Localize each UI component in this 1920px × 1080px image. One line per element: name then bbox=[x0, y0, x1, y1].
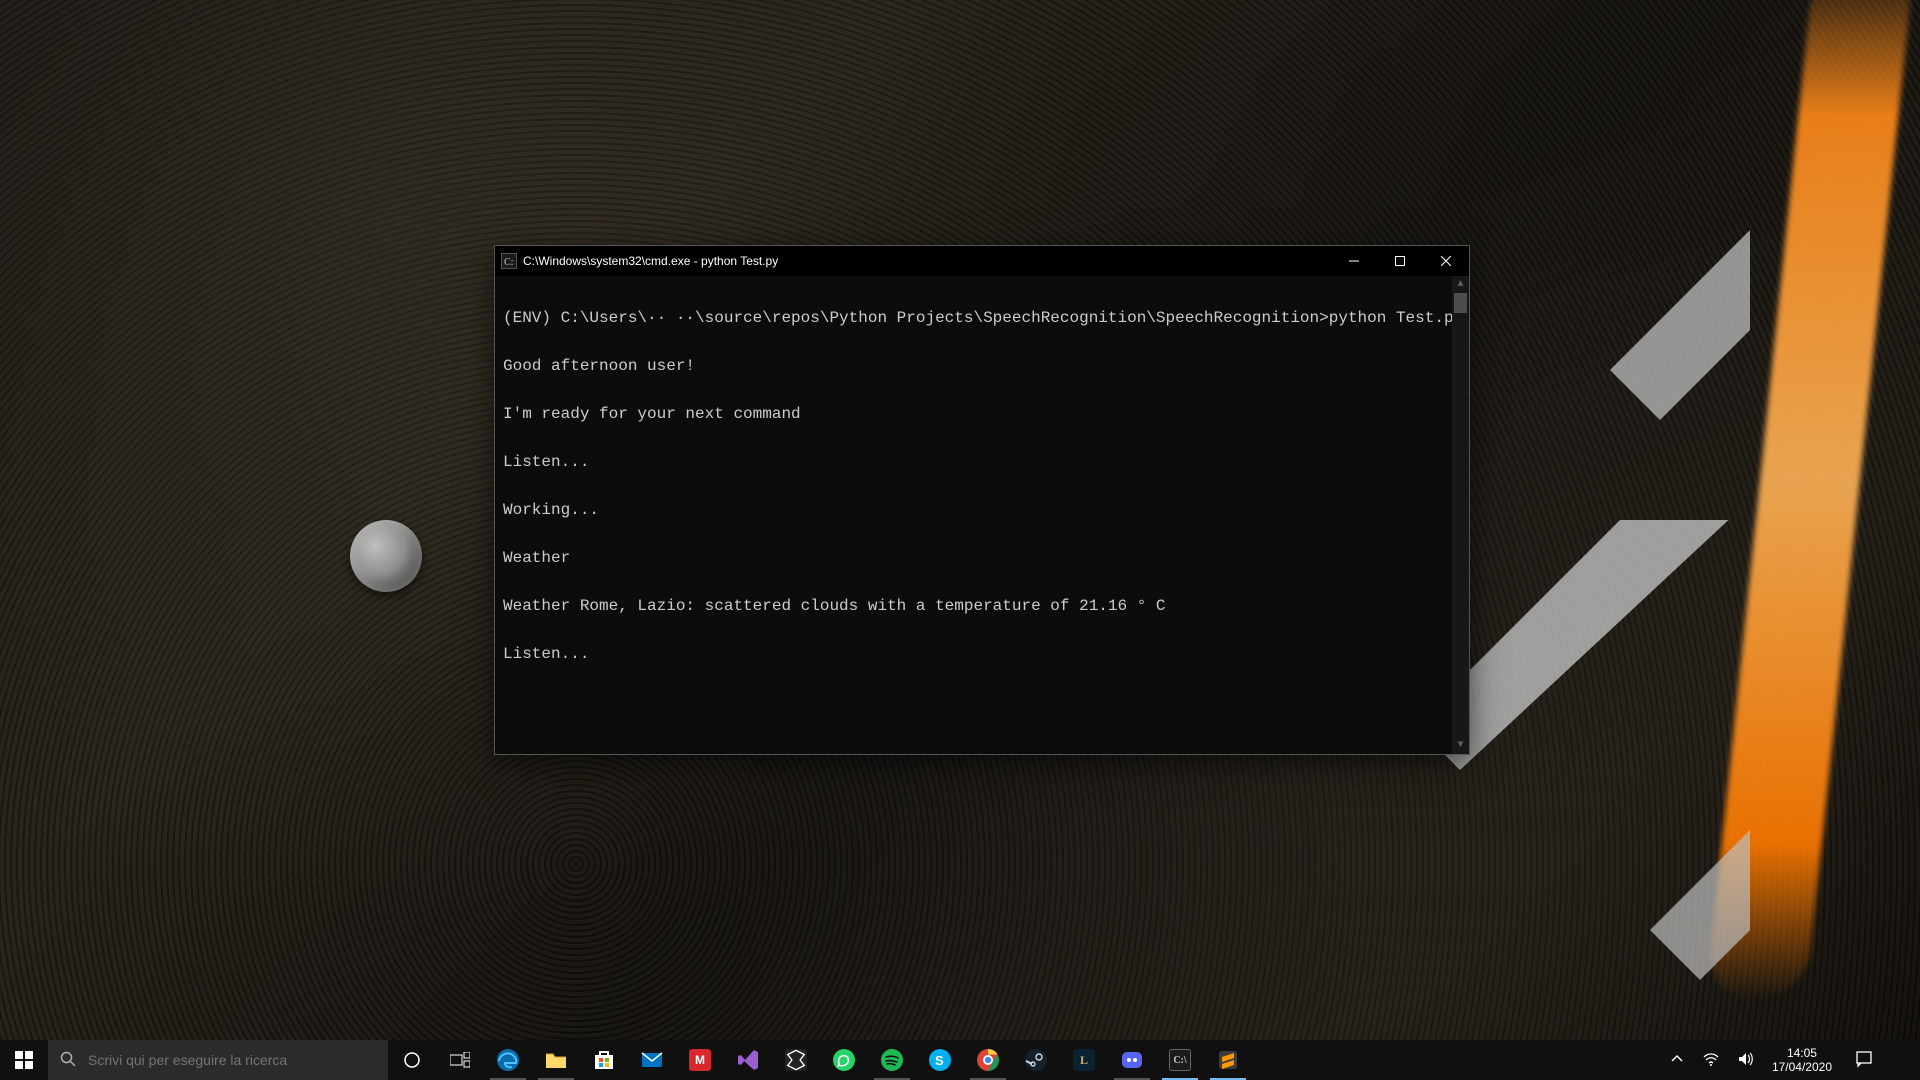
system-tray: 14:05 17/04/2020 bbox=[1660, 1040, 1920, 1080]
whatsapp-icon bbox=[832, 1048, 856, 1072]
steam-icon bbox=[1024, 1048, 1048, 1072]
taskbar-app-file-explorer[interactable] bbox=[532, 1040, 580, 1080]
cmd-scrollbar[interactable]: ▲ ▼ bbox=[1452, 276, 1469, 754]
mail-icon bbox=[640, 1048, 664, 1072]
store-icon bbox=[592, 1048, 616, 1072]
taskbar-app-edge[interactable] bbox=[484, 1040, 532, 1080]
cmd-line: Working... bbox=[503, 502, 1461, 518]
taskbar: M S L C:\ bbox=[0, 1040, 1920, 1080]
league-icon: L bbox=[1072, 1048, 1096, 1072]
taskbar-app-visual-studio[interactable] bbox=[724, 1040, 772, 1080]
tray-wifi-button[interactable] bbox=[1694, 1040, 1728, 1080]
folder-icon bbox=[544, 1048, 568, 1072]
cmd-line: Weather bbox=[503, 550, 1461, 566]
tray-volume-button[interactable] bbox=[1728, 1040, 1762, 1080]
taskbar-app-mail[interactable] bbox=[628, 1040, 676, 1080]
task-view-icon bbox=[450, 1052, 470, 1068]
taskbar-app-whatsapp[interactable] bbox=[820, 1040, 868, 1080]
start-button[interactable] bbox=[0, 1040, 48, 1080]
cmd-titlebar[interactable]: C: C:\Windows\system32\cmd.exe - python … bbox=[495, 246, 1469, 276]
taskbar-app-cmd[interactable]: C:\ bbox=[1156, 1040, 1204, 1080]
wifi-icon bbox=[1703, 1051, 1719, 1070]
svg-text:C:: C: bbox=[504, 257, 513, 268]
cmd-window[interactable]: C: C:\Windows\system32\cmd.exe - python … bbox=[494, 245, 1470, 755]
minimize-button[interactable] bbox=[1331, 246, 1377, 276]
windows-logo-icon bbox=[15, 1051, 33, 1069]
chevron-up-icon bbox=[1671, 1053, 1683, 1068]
tray-overflow-button[interactable] bbox=[1660, 1040, 1694, 1080]
taskbar-app-discord[interactable] bbox=[1108, 1040, 1156, 1080]
cmd-app-icon: C: bbox=[501, 253, 517, 269]
maximize-button[interactable] bbox=[1377, 246, 1423, 276]
unity-icon bbox=[784, 1048, 808, 1072]
taskbar-app-chrome[interactable] bbox=[964, 1040, 1012, 1080]
mega-icon: M bbox=[688, 1048, 712, 1072]
tray-time: 14:05 bbox=[1787, 1046, 1817, 1060]
cmd-line: Listen... bbox=[503, 646, 1461, 662]
task-view-button[interactable] bbox=[436, 1040, 484, 1080]
taskbar-search[interactable] bbox=[48, 1040, 388, 1080]
cmd-line: Listen... bbox=[503, 454, 1461, 470]
visual-studio-icon bbox=[736, 1048, 760, 1072]
cmd-output-area[interactable]: (ENV) C:\Users\·· ··\source\repos\Python… bbox=[495, 276, 1469, 754]
sublime-icon bbox=[1216, 1048, 1240, 1072]
scroll-down-icon[interactable]: ▼ bbox=[1452, 737, 1469, 754]
scroll-thumb[interactable] bbox=[1454, 293, 1467, 313]
volume-icon bbox=[1737, 1051, 1753, 1070]
taskbar-app-league[interactable]: L bbox=[1060, 1040, 1108, 1080]
taskbar-app-sublime[interactable] bbox=[1204, 1040, 1252, 1080]
cortana-icon bbox=[403, 1051, 421, 1069]
taskbar-app-unity[interactable] bbox=[772, 1040, 820, 1080]
cmd-window-title: C:\Windows\system32\cmd.exe - python Tes… bbox=[523, 254, 1331, 268]
wallpaper-decor-circle bbox=[350, 520, 422, 592]
cmd-line: Weather Rome, Lazio: scattered clouds wi… bbox=[503, 598, 1461, 614]
chrome-icon bbox=[976, 1048, 1000, 1072]
skype-icon: S bbox=[928, 1048, 952, 1072]
cmd-icon: C:\ bbox=[1168, 1048, 1192, 1072]
show-desktop-button[interactable] bbox=[1886, 1040, 1920, 1080]
taskbar-app-skype[interactable]: S bbox=[916, 1040, 964, 1080]
taskbar-app-steam[interactable] bbox=[1012, 1040, 1060, 1080]
spotify-icon bbox=[880, 1048, 904, 1072]
cmd-line: (ENV) C:\Users\·· ··\source\repos\Python… bbox=[503, 310, 1461, 326]
cortana-button[interactable] bbox=[388, 1040, 436, 1080]
cmd-line: I'm ready for your next command bbox=[503, 406, 1461, 422]
tray-clock[interactable]: 14:05 17/04/2020 bbox=[1762, 1040, 1842, 1080]
scroll-track[interactable] bbox=[1452, 293, 1469, 737]
notifications-icon bbox=[1855, 1050, 1873, 1071]
scroll-up-icon[interactable]: ▲ bbox=[1452, 276, 1469, 293]
taskbar-app-mega[interactable]: M bbox=[676, 1040, 724, 1080]
search-icon bbox=[60, 1051, 76, 1070]
cmd-line: Good afternoon user! bbox=[503, 358, 1461, 374]
discord-icon bbox=[1120, 1048, 1144, 1072]
wallpaper-decor-chevron-top bbox=[1490, 230, 1750, 430]
svg-text:S: S bbox=[935, 1053, 944, 1068]
tray-notifications-button[interactable] bbox=[1842, 1040, 1886, 1080]
taskbar-app-ms-store[interactable] bbox=[580, 1040, 628, 1080]
taskbar-search-input[interactable] bbox=[88, 1052, 388, 1068]
taskbar-app-spotify[interactable] bbox=[868, 1040, 916, 1080]
edge-icon bbox=[496, 1048, 520, 1072]
tray-date: 17/04/2020 bbox=[1772, 1060, 1832, 1074]
wallpaper-decor-chevron-bottom bbox=[1490, 830, 1750, 990]
close-button[interactable] bbox=[1423, 246, 1469, 276]
